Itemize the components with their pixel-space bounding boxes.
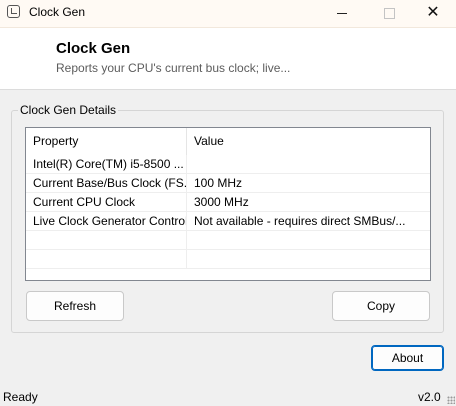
version-label: v2.0 [418,390,441,404]
copy-button[interactable]: Copy [332,291,430,321]
minimize-button[interactable] [319,0,365,27]
column-header-value[interactable]: Value [187,128,430,155]
list-row[interactable]: Current CPU Clock 3000 MHz [26,193,430,212]
close-button[interactable]: ✕ [410,0,456,27]
property-cell: Current CPU Clock [26,193,187,211]
empty-cell [187,231,430,249]
property-cell: Live Clock Generator Control [26,212,187,230]
minimize-icon [337,13,347,15]
maximize-button[interactable] [366,0,412,27]
details-group-label: Clock Gen Details [18,103,119,117]
status-bar: Ready v2.0 [0,386,456,406]
title-bar: Clock Gen ✕ [0,0,456,28]
property-cell: Current Base/Bus Clock (FS... [26,174,187,192]
window-title: Clock Gen [29,5,86,19]
list-body: Intel(R) Core(TM) i5-8500 ... Current Ba… [26,155,430,269]
list-row[interactable]: Current Base/Bus Clock (FS... 100 MHz [26,174,430,193]
empty-row [26,231,430,250]
maximize-icon [383,8,395,20]
value-cell: 100 MHz [194,176,243,190]
value-cell: 3000 MHz [194,195,249,209]
empty-cell [187,250,430,268]
column-header-property[interactable]: Property [26,128,187,155]
header-panel: Clock Gen Reports your CPU's current bus… [0,28,456,90]
list-header: Property Value [26,128,430,155]
list-row[interactable]: Intel(R) Core(TM) i5-8500 ... [26,155,430,174]
value-cell [187,155,430,173]
empty-row [26,250,430,269]
close-icon: ✕ [426,4,440,21]
about-button[interactable]: About [371,345,444,371]
status-text: Ready [3,390,38,404]
details-list[interactable]: Property Value Intel(R) Core(TM) i5-8500… [25,127,431,281]
property-cell: Intel(R) Core(TM) i5-8500 ... [26,155,187,173]
value-cell: Not available - requires direct SMBus/..… [194,214,406,228]
refresh-button[interactable]: Refresh [26,291,124,321]
empty-cell [26,250,187,268]
list-row[interactable]: Live Clock Generator Control Not availab… [26,212,430,231]
resize-grip-icon[interactable] [447,396,455,404]
page-subtitle: Reports your CPU's current bus clock; li… [56,61,291,75]
app-icon [7,5,20,18]
page-title: Clock Gen [56,40,131,57]
empty-cell [26,231,187,249]
